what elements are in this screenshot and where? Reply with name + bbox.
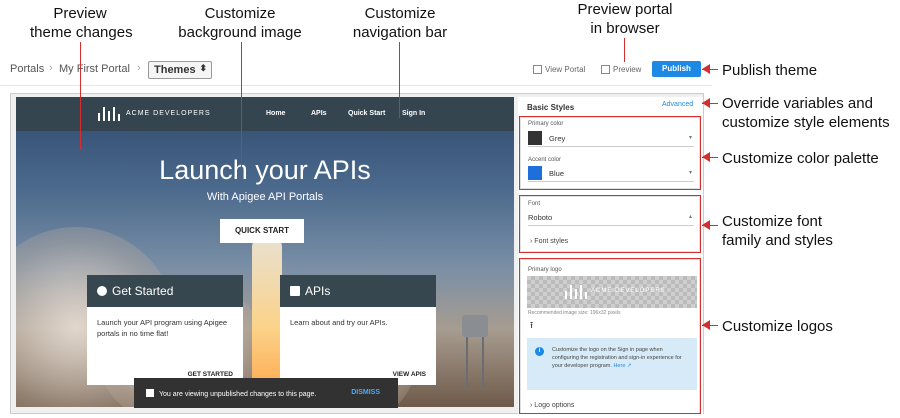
view-portal-label: View Portal: [545, 65, 586, 74]
card-body: Learn about and try our APIs.: [290, 318, 388, 327]
callout-color-box: [519, 116, 701, 190]
card-header: Get Started: [87, 275, 243, 307]
unpublished-toast: You are viewing unpublished changes to t…: [134, 378, 398, 408]
portal-logo-text: ACME DEVELOPERS: [126, 110, 211, 117]
water-tower-image: [462, 315, 488, 337]
breadcrumb-chevron-icon: ›: [137, 62, 141, 74]
advanced-link[interactable]: Advanced: [662, 101, 693, 108]
leader-line: [241, 42, 242, 182]
view-apis-link[interactable]: VIEW APIS: [393, 371, 426, 378]
nav-sign-in[interactable]: Sign In: [402, 110, 425, 117]
annotation-color-palette: Customize color palette: [722, 150, 879, 167]
arrow-head-icon: [702, 152, 710, 162]
arrow-head-icon: [702, 220, 710, 230]
nav-quick-start[interactable]: Quick Start: [348, 110, 385, 117]
annotation-publish-theme: Publish theme: [722, 62, 818, 79]
message-icon: [146, 389, 154, 397]
hero-title: Launch your APIs: [159, 155, 371, 185]
leader-line: [80, 42, 81, 150]
panel-title: Basic Styles: [527, 103, 575, 112]
select-caret-icon: ⬍: [199, 63, 207, 73]
section-select-value: Themes: [154, 64, 196, 76]
external-link-icon: [601, 65, 610, 74]
annotation-preview-portal: Preview portal in browser: [577, 1, 673, 37]
card-apis: APIs Learn about and try our APIs. VIEW …: [280, 275, 436, 385]
annotation-preview-theme: Preview theme changes: [30, 5, 133, 41]
breadcrumb-chevron-icon: ›: [49, 62, 53, 74]
nav-home[interactable]: Home: [266, 110, 285, 117]
arrow-head-icon: [702, 320, 710, 330]
callout-logo-box: [519, 258, 701, 414]
card-body: Launch your API program using Apigee por…: [97, 318, 228, 338]
arrow-head-icon: [702, 98, 710, 108]
annotation-font: Customize font family and styles: [722, 213, 833, 249]
annotation-customize-nav: Customize navigation bar: [352, 5, 448, 41]
leader-line: [399, 42, 400, 118]
annotation-logos: Customize logos: [722, 318, 833, 335]
section-select[interactable]: Themes ⬍: [148, 61, 212, 79]
toast-text: You are viewing unpublished changes to t…: [159, 391, 317, 398]
annotation-override-variables: Override variables and customize style e…: [722, 95, 890, 131]
acme-logo-icon: [98, 107, 120, 121]
quick-start-button[interactable]: QUICK START: [220, 219, 304, 243]
hero-subtitle: With Apigee API Portals: [206, 191, 324, 203]
card-header: APIs: [280, 275, 436, 307]
leader-line: [624, 38, 625, 62]
portal-nav-bar: ACME DEVELOPERS Home APIs Quick Start Si…: [16, 97, 514, 131]
book-icon: [290, 286, 300, 296]
portal-preview: ACME DEVELOPERS Home APIs Quick Start Si…: [16, 97, 514, 407]
card-title: Get Started: [112, 284, 174, 298]
external-link-icon: [533, 65, 542, 74]
breadcrumb-portals[interactable]: Portals: [10, 63, 44, 75]
dismiss-button[interactable]: DISMISS: [351, 389, 380, 396]
card-get-started: Get Started Launch your API program usin…: [87, 275, 243, 385]
breadcrumb-portal[interactable]: My First Portal: [59, 63, 130, 75]
get-started-link[interactable]: GET STARTED: [188, 371, 233, 378]
callout-font-box: [519, 195, 701, 253]
nav-apis[interactable]: APIs: [311, 110, 327, 117]
publish-button[interactable]: Publish: [652, 61, 701, 77]
view-portal-link[interactable]: View Portal: [533, 65, 585, 74]
annotation-customize-background: Customize background image: [178, 5, 302, 41]
preview-label: Preview: [613, 65, 642, 74]
card-title: APIs: [305, 284, 331, 298]
preview-link[interactable]: Preview: [601, 65, 641, 74]
arrow-head-icon: [702, 64, 710, 74]
water-tower-leg: [466, 337, 468, 387]
check-circle-icon: [97, 286, 107, 296]
water-tower-leg: [482, 337, 484, 387]
